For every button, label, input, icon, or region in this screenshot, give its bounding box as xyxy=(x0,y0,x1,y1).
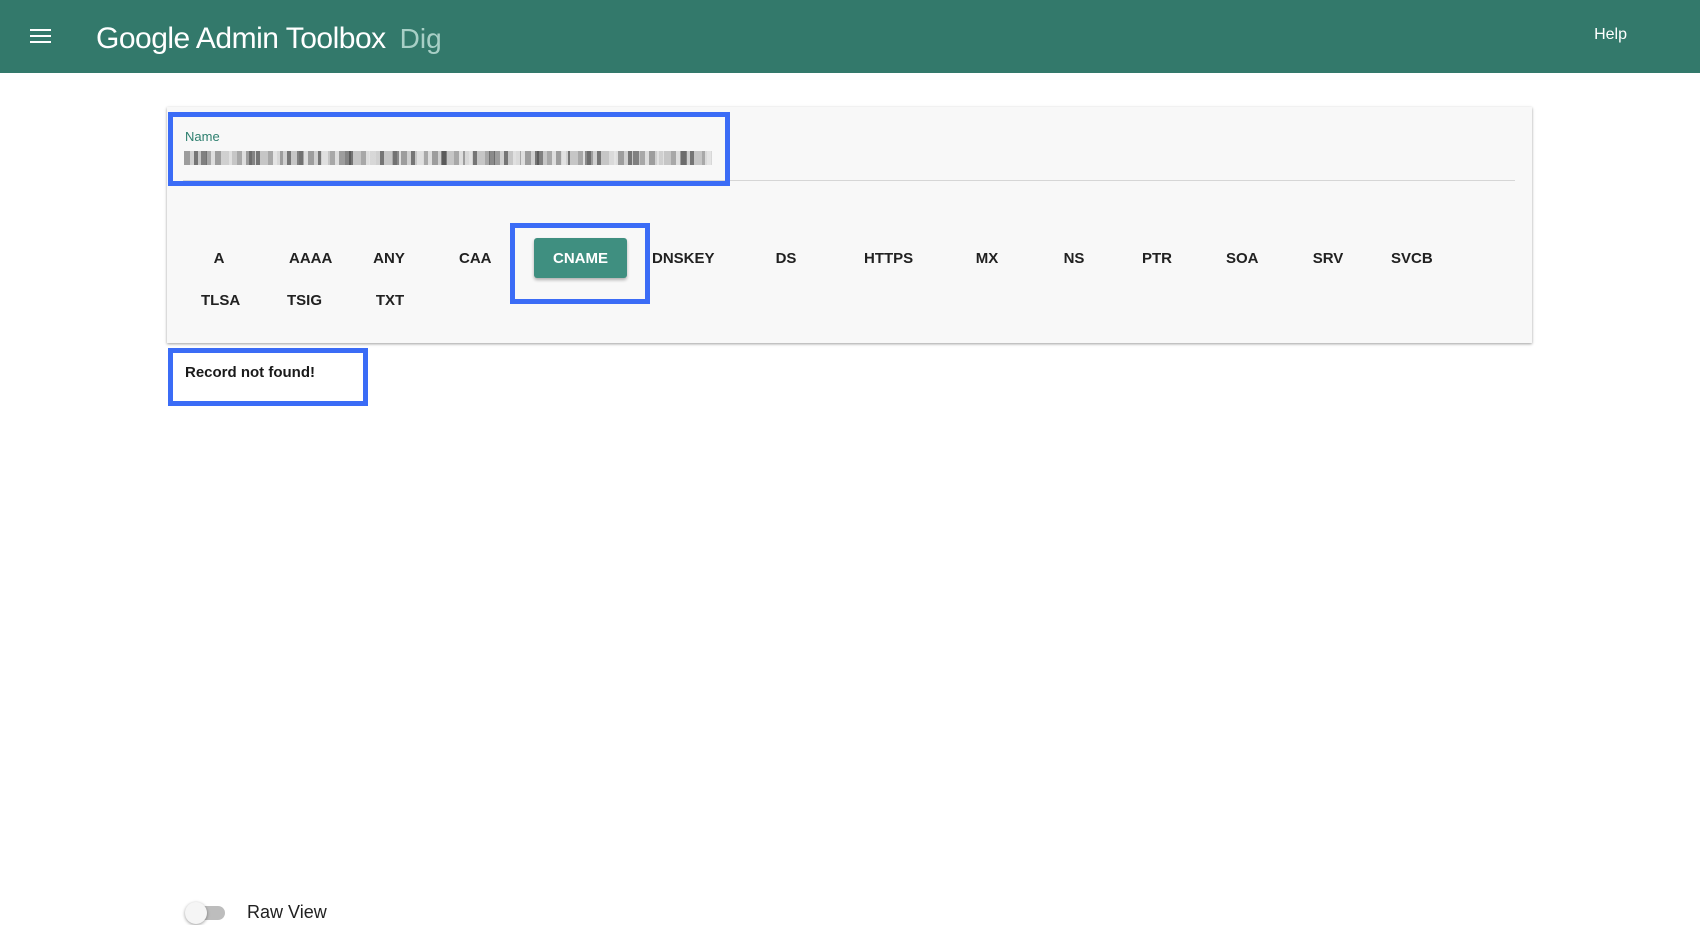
type-button-ptr[interactable]: PTR xyxy=(1125,238,1189,278)
type-button-caa[interactable]: CAA xyxy=(443,238,508,278)
name-field: Name xyxy=(183,129,1515,181)
app-subtitle: Dig xyxy=(399,23,442,54)
switch-thumb xyxy=(185,902,207,924)
type-button-svcb[interactable]: SVCB xyxy=(1375,238,1449,278)
type-button-ds[interactable]: DS xyxy=(754,238,818,278)
name-field-label: Name xyxy=(185,129,220,144)
type-button-mx[interactable]: MX xyxy=(955,238,1019,278)
type-button-aaaa[interactable]: AAAA xyxy=(273,238,348,278)
raw-view-switch[interactable] xyxy=(183,899,227,925)
app-header: Google Admin Toolbox Dig Help xyxy=(0,0,1700,73)
type-button-tlsa[interactable]: TLSA xyxy=(185,280,256,320)
hamburger-menu-icon[interactable] xyxy=(24,20,56,52)
query-card: Name A AAAA ANY CAA CNAME DNSKEY DS HTTP… xyxy=(167,107,1532,343)
type-button-a[interactable]: A xyxy=(187,238,251,278)
result-message: Record not found! xyxy=(185,364,315,381)
type-button-any[interactable]: ANY xyxy=(357,238,421,278)
app-brand: Google Admin Toolbox Dig xyxy=(96,22,442,62)
raw-view-toggle[interactable]: Raw View xyxy=(183,899,327,925)
type-button-srv[interactable]: SRV xyxy=(1296,238,1360,278)
type-button-dnskey[interactable]: DNSKEY xyxy=(636,238,731,278)
type-button-tsig[interactable]: TSIG xyxy=(271,280,338,320)
type-button-ns[interactable]: NS xyxy=(1042,238,1106,278)
type-button-https[interactable]: HTTPS xyxy=(848,238,929,278)
app-title: Google Admin Toolbox xyxy=(96,22,386,55)
name-input[interactable] xyxy=(183,147,713,169)
type-button-cname[interactable]: CNAME xyxy=(534,238,627,278)
raw-view-label: Raw View xyxy=(247,901,327,922)
help-link[interactable]: Help xyxy=(1594,26,1627,44)
type-button-soa[interactable]: SOA xyxy=(1210,238,1275,278)
type-button-txt[interactable]: TXT xyxy=(358,280,422,320)
